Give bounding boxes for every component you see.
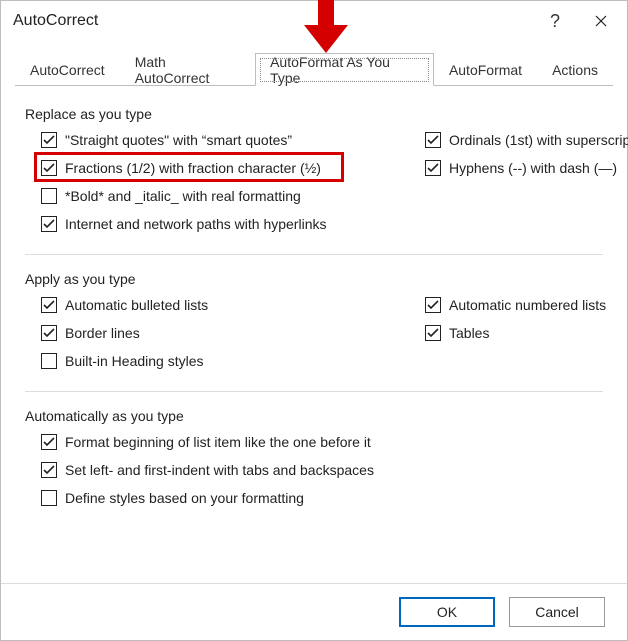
dialog-title: AutoCorrect bbox=[13, 12, 98, 30]
cancel-button[interactable]: Cancel bbox=[509, 597, 605, 627]
option-label: Hyphens (--) with dash (—) bbox=[449, 160, 617, 176]
tab-autoformat-as-you-type[interactable]: AutoFormat As You Type bbox=[255, 53, 434, 86]
replace-options: "Straight quotes" with “smart quotes” Fr… bbox=[25, 126, 603, 238]
section-heading-apply: Apply as you type bbox=[25, 271, 603, 287]
checkbox-icon bbox=[425, 160, 441, 176]
option-hyphens[interactable]: Hyphens (--) with dash (—) bbox=[425, 154, 628, 182]
checkbox-icon bbox=[41, 353, 57, 369]
tab-actions[interactable]: Actions bbox=[537, 53, 613, 86]
option-bold-italic[interactable]: *Bold* and _italic_ with real formatting bbox=[25, 182, 425, 210]
option-hyperlinks[interactable]: Internet and network paths with hyperlin… bbox=[25, 210, 425, 238]
window-controls: ? bbox=[535, 6, 621, 36]
option-label: Border lines bbox=[65, 325, 140, 341]
tab-math-autocorrect[interactable]: Math AutoCorrect bbox=[120, 53, 255, 86]
option-border-lines[interactable]: Border lines bbox=[25, 319, 425, 347]
option-label: Tables bbox=[449, 325, 489, 341]
option-straight-quotes[interactable]: "Straight quotes" with “smart quotes” bbox=[25, 126, 425, 154]
close-button[interactable] bbox=[581, 6, 621, 36]
checkbox-icon bbox=[425, 297, 441, 313]
checkbox-icon bbox=[41, 462, 57, 478]
option-label: Internet and network paths with hyperlin… bbox=[65, 216, 326, 232]
option-label: Define styles based on your formatting bbox=[65, 490, 304, 506]
option-label: Built-in Heading styles bbox=[65, 353, 204, 369]
section-heading-auto: Automatically as you type bbox=[25, 408, 603, 424]
checkbox-icon bbox=[41, 490, 57, 506]
checkbox-icon bbox=[425, 325, 441, 341]
checkbox-icon bbox=[41, 188, 57, 204]
auto-options: Format beginning of list item like the o… bbox=[25, 428, 603, 512]
option-label: Fractions (1/2) with fraction character … bbox=[65, 160, 321, 176]
checkbox-icon bbox=[425, 132, 441, 148]
option-ordinals[interactable]: Ordinals (1st) with superscript bbox=[425, 126, 628, 154]
option-label: Automatic numbered lists bbox=[449, 297, 606, 313]
titlebar: AutoCorrect ? bbox=[1, 1, 627, 41]
ok-button[interactable]: OK bbox=[399, 597, 495, 627]
close-icon bbox=[595, 15, 607, 27]
option-label: *Bold* and _italic_ with real formatting bbox=[65, 188, 301, 204]
autocorrect-dialog: AutoCorrect ? AutoCorrect Math AutoCorre… bbox=[0, 0, 628, 641]
option-format-list-item[interactable]: Format beginning of list item like the o… bbox=[25, 428, 603, 456]
option-label: Automatic bulleted lists bbox=[65, 297, 208, 313]
tabs: AutoCorrect Math AutoCorrect AutoFormat … bbox=[15, 51, 613, 86]
checkbox-icon bbox=[41, 160, 57, 176]
option-label: Set left- and first-indent with tabs and… bbox=[65, 462, 374, 478]
option-fractions[interactable]: Fractions (1/2) with fraction character … bbox=[25, 154, 425, 182]
option-heading-styles[interactable]: Built-in Heading styles bbox=[25, 347, 425, 375]
option-bulleted-lists[interactable]: Automatic bulleted lists bbox=[25, 291, 425, 319]
option-numbered-lists[interactable]: Automatic numbered lists bbox=[425, 291, 606, 319]
option-label: Ordinals (1st) with superscript bbox=[449, 132, 628, 148]
separator bbox=[25, 254, 603, 255]
tab-autoformat[interactable]: AutoFormat bbox=[434, 53, 537, 86]
apply-options: Automatic bulleted lists Border lines Bu… bbox=[25, 291, 603, 375]
option-label: Format beginning of list item like the o… bbox=[65, 434, 371, 450]
button-bar: OK Cancel bbox=[1, 583, 627, 640]
tab-panel: Replace as you type "Straight quotes" wi… bbox=[1, 86, 627, 512]
option-set-indent[interactable]: Set left- and first-indent with tabs and… bbox=[25, 456, 603, 484]
section-heading-replace: Replace as you type bbox=[25, 106, 603, 122]
option-define-styles[interactable]: Define styles based on your formatting bbox=[25, 484, 603, 512]
tab-autocorrect[interactable]: AutoCorrect bbox=[15, 53, 120, 86]
help-button[interactable]: ? bbox=[535, 6, 575, 36]
checkbox-icon bbox=[41, 434, 57, 450]
option-tables[interactable]: Tables bbox=[425, 319, 606, 347]
option-label: "Straight quotes" with “smart quotes” bbox=[65, 132, 292, 148]
checkbox-icon bbox=[41, 325, 57, 341]
checkbox-icon bbox=[41, 297, 57, 313]
checkbox-icon bbox=[41, 132, 57, 148]
separator bbox=[25, 391, 603, 392]
checkbox-icon bbox=[41, 216, 57, 232]
